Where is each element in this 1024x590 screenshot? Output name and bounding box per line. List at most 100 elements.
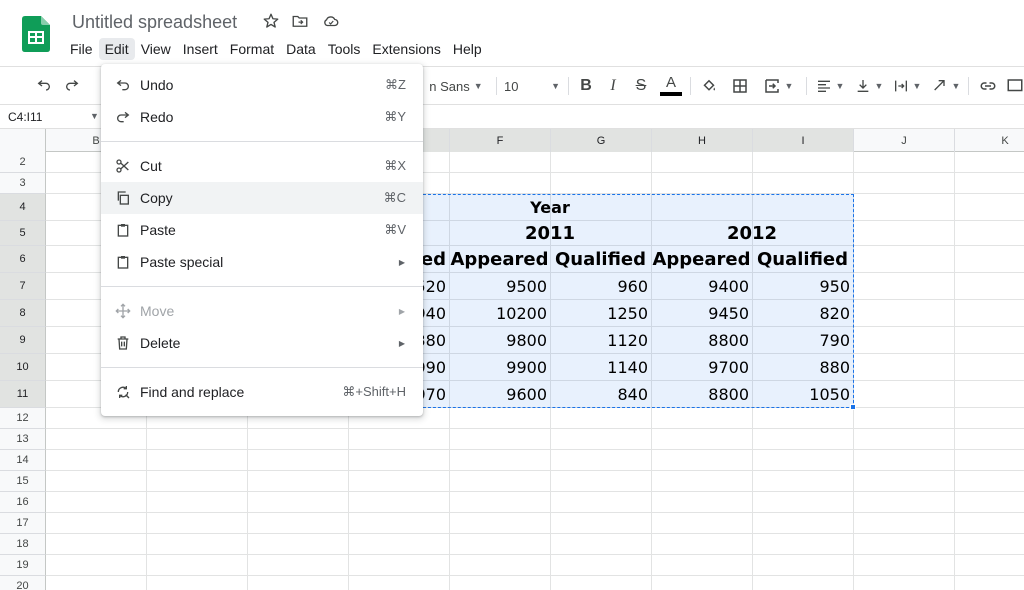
menu-item-copy[interactable]: Copy ⌘C (101, 182, 423, 214)
italic-icon[interactable]: I (603, 75, 623, 97)
merge-cells-icon[interactable]: ▼ (758, 75, 798, 97)
cell-year-2011[interactable]: 2011 (449, 221, 651, 246)
cloud-saved-icon[interactable] (322, 12, 340, 30)
table-cell[interactable]: 8800 (651, 381, 752, 408)
row-header-12[interactable]: 12 (0, 408, 46, 429)
strikethrough-icon[interactable]: S (631, 75, 651, 97)
menu-view[interactable]: View (135, 38, 177, 60)
row-header-4[interactable]: 4 (0, 194, 46, 221)
move-to-folder-icon[interactable] (291, 12, 309, 30)
table-cell[interactable]: 9600 (449, 381, 550, 408)
menu-extensions[interactable]: Extensions (366, 38, 446, 60)
table-cell[interactable]: 790 (752, 327, 853, 354)
table-cell[interactable]: 1250 (550, 300, 651, 327)
cell-header-qualified-2012[interactable]: Qualified (752, 246, 853, 273)
row-header-11[interactable]: 11 (0, 381, 46, 408)
menu-item-undo[interactable]: Undo ⌘Z (101, 69, 423, 101)
insert-link-icon[interactable] (976, 75, 1000, 97)
table-cell[interactable]: 1120 (550, 327, 651, 354)
table-cell[interactable]: 8800 (651, 327, 752, 354)
column-header-g[interactable]: G (551, 129, 652, 152)
table-cell[interactable]: 9700 (651, 354, 752, 381)
row-header-10[interactable]: 10 (0, 354, 46, 381)
bold-icon[interactable]: B (576, 75, 596, 97)
table-cell[interactable]: 880 (752, 354, 853, 381)
text-rotation-icon[interactable]: ▼ (930, 75, 962, 97)
row-header-3[interactable]: 3 (0, 173, 46, 194)
cell-year-header[interactable]: Year (449, 194, 651, 220)
borders-icon[interactable] (729, 75, 751, 97)
menu-item-find-and-replace[interactable]: Find and replace ⌘+Shift+H (101, 376, 423, 408)
table-cell[interactable]: 960 (550, 273, 651, 300)
menu-item-delete[interactable]: Delete ▶ (101, 327, 423, 359)
undo-toolbar-icon[interactable] (34, 75, 54, 97)
text-wrapping-icon[interactable]: ▼ (891, 75, 923, 97)
fill-color-icon[interactable] (698, 75, 720, 97)
menu-help[interactable]: Help (447, 38, 488, 60)
menu-item-redo[interactable]: Redo ⌘Y (101, 101, 423, 133)
font-family-select[interactable]: n Sans ▼ (424, 75, 488, 97)
cell-year-2012[interactable]: 2012 (651, 221, 853, 246)
document-title[interactable]: Untitled spreadsheet (72, 12, 237, 33)
row-header-14[interactable]: 14 (0, 450, 46, 471)
table-cell[interactable]: 9450 (651, 300, 752, 327)
vertical-align-icon[interactable]: ▼ (853, 75, 885, 97)
chevron-down-icon: ▼ (473, 81, 483, 91)
name-box[interactable]: C4:I11 (0, 105, 100, 129)
move-icon (115, 303, 131, 319)
row-header-18[interactable]: 18 (0, 534, 46, 555)
toolbar-divider (690, 77, 691, 95)
sheets-logo-icon[interactable] (22, 16, 50, 52)
table-cell[interactable]: 9900 (449, 354, 550, 381)
row-header-8[interactable]: 8 (0, 300, 46, 327)
menu-item-paste[interactable]: Paste ⌘V (101, 214, 423, 246)
table-cell[interactable]: 1050 (752, 381, 853, 408)
table-cell[interactable]: 9800 (449, 327, 550, 354)
star-icon[interactable] (262, 12, 280, 30)
row-header-17[interactable]: 17 (0, 513, 46, 534)
menu-edit[interactable]: Edit (98, 38, 135, 60)
column-header-j[interactable]: J (854, 129, 955, 152)
row-header-16[interactable]: 16 (0, 492, 46, 513)
redo-toolbar-icon[interactable] (62, 75, 82, 97)
table-cell[interactable]: 820 (752, 300, 853, 327)
menu-item-paste-special[interactable]: Paste special ▶ (101, 246, 423, 278)
table-cell[interactable]: 950 (752, 273, 853, 300)
cell-header-appeared-2011[interactable]: Appeared (449, 246, 550, 273)
row-header-15[interactable]: 15 (0, 471, 46, 492)
table-cell[interactable]: 10200 (449, 300, 550, 327)
cell-header-qualified-2011[interactable]: Qualified (550, 246, 651, 273)
cell-header-appeared-2012[interactable]: Appeared (651, 246, 752, 273)
horizontal-align-icon[interactable]: ▼ (814, 75, 846, 97)
menu-item-move[interactable]: Move ▶ (101, 295, 423, 327)
column-header-h[interactable]: H (652, 129, 753, 152)
row-header-5[interactable]: 5 (0, 221, 46, 246)
table-cell[interactable]: 840 (550, 381, 651, 408)
redo-icon (115, 109, 131, 125)
table-cell[interactable]: 9400 (651, 273, 752, 300)
column-header-f[interactable]: F (450, 129, 551, 152)
row-header-9[interactable]: 9 (0, 327, 46, 354)
chevron-down-icon[interactable]: ▼ (90, 111, 99, 121)
menu-item-cut[interactable]: Cut ⌘X (101, 150, 423, 182)
menu-data[interactable]: Data (280, 38, 322, 60)
row-header-20[interactable]: 20 (0, 576, 46, 590)
menu-format[interactable]: Format (224, 38, 280, 60)
menu-item-label: Find and replace (140, 384, 245, 400)
row-header-7[interactable]: 7 (0, 273, 46, 300)
select-all-corner[interactable] (0, 129, 46, 152)
menu-file[interactable]: File (64, 38, 99, 60)
font-size-select[interactable]: 10 ▼ (504, 75, 560, 97)
row-header-19[interactable]: 19 (0, 555, 46, 576)
row-header-13[interactable]: 13 (0, 429, 46, 450)
table-cell[interactable]: 9500 (449, 273, 550, 300)
column-header-i[interactable]: I (753, 129, 854, 152)
column-header-k[interactable]: K (955, 129, 1024, 152)
text-color-icon[interactable]: A (659, 75, 683, 97)
insert-comment-icon[interactable] (1006, 75, 1024, 97)
row-header-2[interactable]: 2 (0, 152, 46, 173)
table-cell[interactable]: 1140 (550, 354, 651, 381)
menu-tools[interactable]: Tools (322, 38, 367, 60)
menu-insert[interactable]: Insert (177, 38, 224, 60)
row-header-6[interactable]: 6 (0, 246, 46, 273)
